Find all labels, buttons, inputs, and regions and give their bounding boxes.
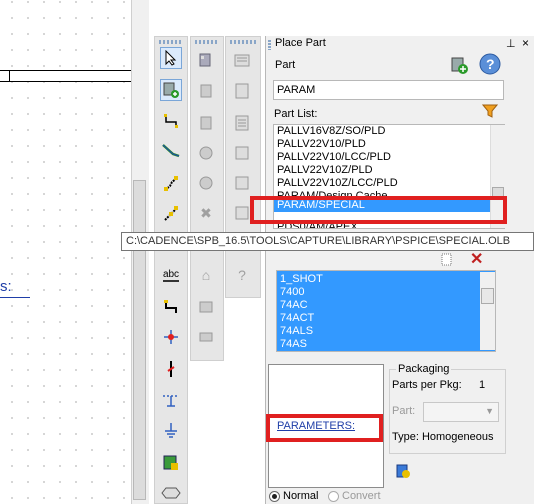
place-part-action-icon[interactable] [395, 463, 411, 482]
radio-convert-label: Convert [342, 490, 381, 502]
remove-library-icon[interactable]: ✕ [470, 249, 483, 269]
toolbar-grip[interactable] [230, 40, 256, 44]
toolbar-grip[interactable] [159, 40, 183, 44]
toolbar-grip[interactable] [195, 40, 219, 44]
radio-convert-circle[interactable] [328, 490, 339, 502]
radio-normal-circle[interactable] [269, 490, 280, 502]
part-list-label: Part List: [274, 108, 318, 120]
bus-icon[interactable] [160, 140, 182, 162]
library-list[interactable]: 1_SHOT 7400 74AC 74ACT 74ALS 74AS [276, 270, 496, 352]
place-part-icon[interactable] [160, 79, 182, 101]
export-icon[interactable] [231, 142, 253, 164]
packaging-title: Packaging [396, 363, 452, 375]
view-toolbar [225, 36, 261, 298]
list-item[interactable]: PALLV22V10/PLD [274, 138, 504, 151]
select-icon[interactable] [160, 47, 182, 69]
highlight-box-preview [266, 414, 383, 442]
folder-icon[interactable] [195, 296, 217, 318]
filter-icon[interactable] [481, 103, 499, 122]
copy-circle-icon[interactable] [195, 172, 217, 194]
parts-per-pkg-value: 1 [479, 379, 486, 391]
net-group-icon[interactable] [160, 296, 182, 318]
library-list-scrollbar[interactable] [480, 272, 495, 350]
parts-per-pkg-label: Parts per Pkg: [392, 379, 462, 391]
svg-text:?: ? [486, 56, 495, 72]
chip-gray-icon[interactable] [195, 112, 217, 134]
report-icon[interactable] [231, 112, 253, 134]
list-item[interactable]: PALLV22V10/LCC/PLD [274, 151, 504, 164]
part-label: Part [275, 59, 296, 71]
junction-icon[interactable] [160, 172, 182, 194]
close-icon[interactable]: × [522, 36, 529, 50]
canvas-title-block [0, 70, 148, 82]
ground-icon[interactable] [160, 420, 182, 442]
list-item[interactable]: 74AC [277, 299, 495, 312]
polyline-icon[interactable] [160, 482, 182, 504]
list-item[interactable]: PALLV22V10Z/PLD [274, 164, 504, 177]
text-icon[interactable] [160, 452, 182, 474]
packaging-part-select[interactable]: ▼ [423, 402, 499, 422]
part-edit-icon[interactable] [195, 50, 217, 72]
power-icon[interactable] [160, 326, 182, 348]
add-library-icon[interactable] [449, 55, 469, 78]
net-alias-icon[interactable]: abc [160, 264, 182, 286]
net-alias-abc-text: abc [162, 268, 180, 282]
list-item[interactable]: 74ACT [277, 312, 495, 325]
list-item[interactable]: PALLV16V8Z/SO/PLD [274, 125, 504, 138]
new-library-icon[interactable] [440, 252, 454, 269]
bus-entry-icon[interactable] [160, 202, 182, 224]
part-search-input[interactable] [273, 80, 504, 100]
delete-x-icon[interactable]: ✖ [195, 202, 217, 224]
canvas-net-label: s: [0, 278, 12, 295]
import-icon[interactable] [231, 172, 253, 194]
print-icon[interactable] [195, 326, 217, 348]
chip-icon[interactable] [195, 80, 217, 102]
packaging-type: Type: Homogeneous [392, 431, 494, 443]
off-page-icon[interactable] [160, 358, 182, 380]
hier-block-icon[interactable] [160, 390, 182, 412]
circle-icon[interactable] [195, 142, 217, 164]
netlist-icon[interactable] [231, 50, 253, 72]
list-item[interactable]: 7400 [277, 286, 495, 299]
chevron-down-icon: ▼ [485, 406, 494, 416]
help-query-icon[interactable]: ? [231, 264, 253, 286]
list-item[interactable]: 74AS [277, 338, 495, 351]
list-item[interactable]: PALLV22V10Z/LCC/PLD [274, 177, 504, 190]
radio-normal-label: Normal [283, 490, 319, 502]
packaging-part-label: Part: [392, 405, 416, 417]
panel-title: Place Part [275, 37, 326, 49]
highlight-box-selected-part [250, 196, 507, 224]
home-icon[interactable]: ⌂ [195, 264, 217, 286]
list-item[interactable]: 74ALS [277, 325, 495, 338]
canvas-scroll-thumb[interactable] [133, 180, 146, 500]
bom-icon[interactable] [231, 80, 253, 102]
scroll-thumb[interactable] [481, 288, 494, 304]
radio-convert[interactable]: Convert [328, 490, 381, 502]
list-item[interactable]: 1_SHOT [277, 273, 495, 286]
radio-normal[interactable]: Normal [269, 490, 318, 502]
canvas-label-underline [0, 297, 30, 298]
panel-grip[interactable] [268, 40, 271, 50]
canvas-title-divider [9, 70, 10, 81]
help-icon[interactable]: ? [479, 53, 501, 78]
pin-icon[interactable]: ⊥ [506, 37, 516, 50]
wire-icon[interactable] [160, 110, 182, 132]
